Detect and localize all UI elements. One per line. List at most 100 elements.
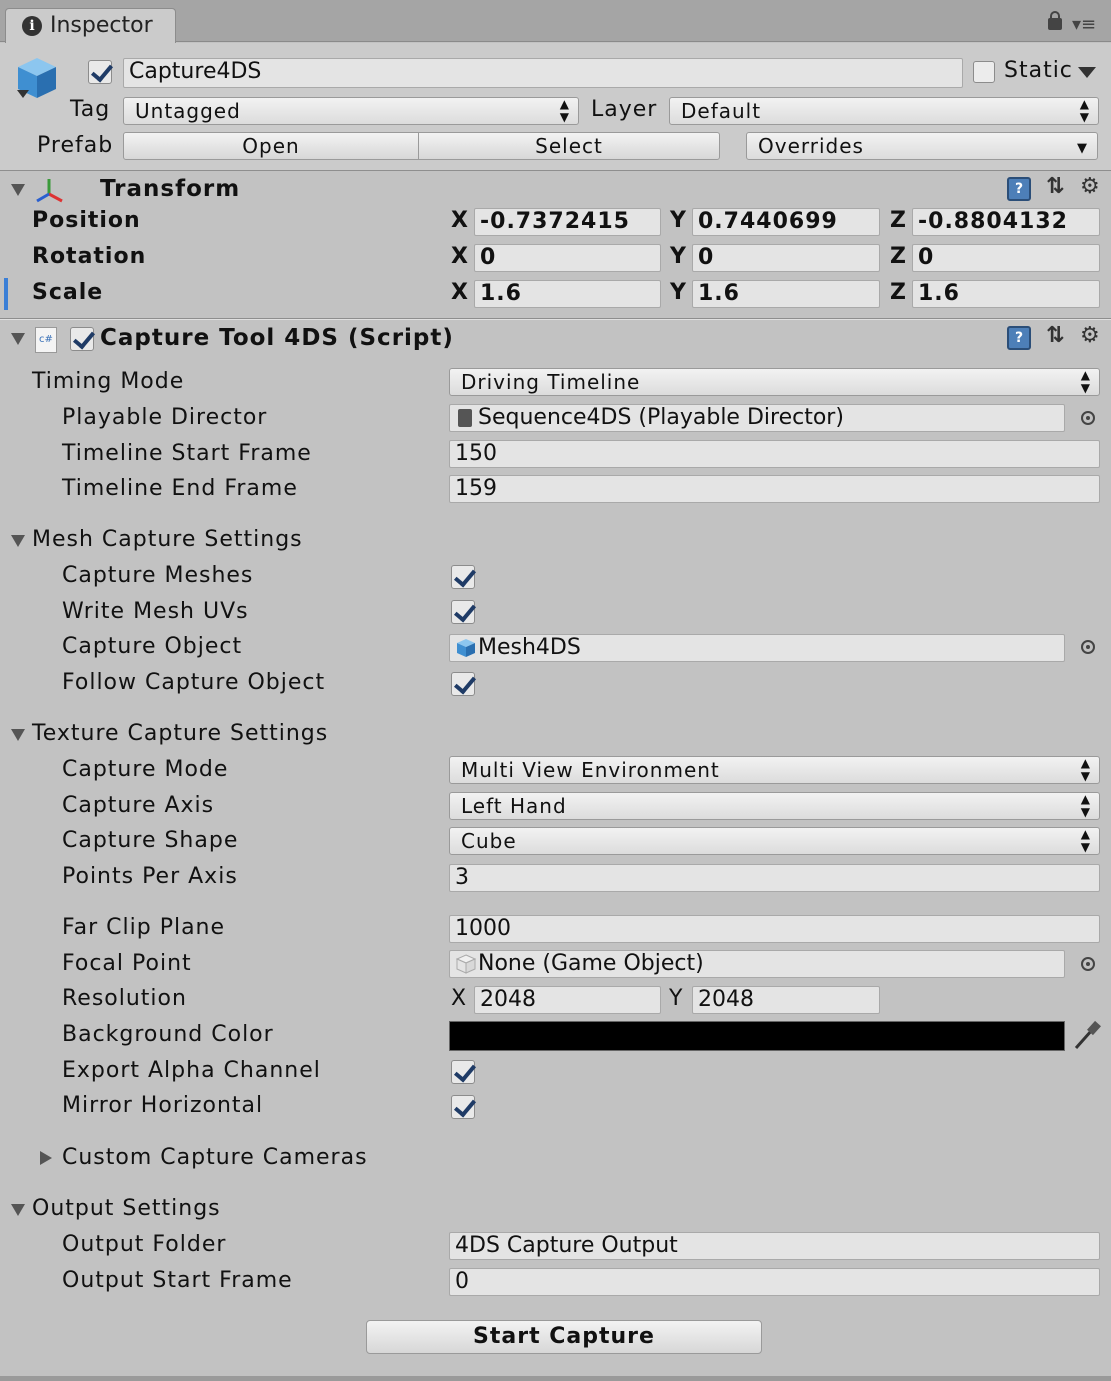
mesh-section-title[interactable]: Mesh Capture Settings (32, 527, 303, 552)
points-per-axis-field[interactable]: 3 (449, 864, 1100, 892)
menu-icon[interactable]: ▾≡ (1072, 14, 1096, 35)
timeline-end-field[interactable]: 159 (449, 475, 1100, 503)
scale-z-field[interactable]: 1.6 (912, 280, 1100, 308)
tag-dropdown[interactable]: Untagged ▲▼ (123, 97, 579, 125)
rotation-z-axis-label: Z (890, 244, 906, 269)
object-picker-icon[interactable] (1081, 411, 1095, 425)
output-start-label: Output Start Frame (62, 1268, 293, 1293)
position-x-field[interactable]: -0.7372415 (474, 208, 661, 236)
inspector-tab-bar: i Inspector ▾≡ (0, 0, 1111, 42)
updown-arrows-icon: ▲▼ (1081, 793, 1091, 819)
texture-section-title[interactable]: Texture Capture Settings (32, 721, 328, 746)
resolution-y-field[interactable]: 2048 (692, 986, 880, 1014)
output-folder-field[interactable]: 4DS Capture Output (449, 1232, 1100, 1260)
lock-icon[interactable] (1048, 18, 1062, 30)
far-clip-field[interactable]: 1000 (449, 915, 1100, 943)
capture-object-value: Mesh4DS (478, 635, 581, 660)
mirror-checkbox[interactable] (451, 1095, 475, 1119)
csharp-script-icon: c# (35, 327, 57, 353)
prefab-overrides-dropdown[interactable]: Overrides ▼ (746, 132, 1098, 160)
rotation-x-field[interactable]: 0 (474, 244, 661, 272)
timing-mode-value: Driving Timeline (461, 370, 640, 394)
capture-meshes-label: Capture Meshes (62, 563, 253, 588)
timing-mode-label: Timing Mode (32, 369, 184, 394)
mesh-cube-icon (456, 638, 476, 658)
prefab-select-button[interactable]: Select (418, 132, 720, 160)
position-y-field[interactable]: 0.7440699 (692, 208, 880, 236)
rotation-y-field[interactable]: 0 (692, 244, 880, 272)
help-icon[interactable]: ? (1007, 177, 1031, 201)
custom-cameras-label[interactable]: Custom Capture Cameras (62, 1145, 368, 1170)
focal-point-field[interactable]: None (Game Object) (449, 950, 1065, 978)
object-picker-icon[interactable] (1081, 957, 1095, 971)
capture-shape-dropdown[interactable]: Cube ▲▼ (449, 827, 1100, 855)
help-icon[interactable]: ? (1007, 326, 1031, 350)
static-label: Static (1004, 58, 1073, 83)
script-title: Capture Tool 4DS (Script) (100, 325, 454, 351)
bottom-border (0, 1376, 1111, 1381)
timing-mode-dropdown[interactable]: Driving Timeline ▲▼ (449, 368, 1100, 396)
object-picker-icon[interactable] (1081, 640, 1095, 654)
preset-icon[interactable]: ⇅ (1046, 174, 1064, 199)
scale-y-axis-label: Y (670, 280, 686, 305)
eyedropper-icon[interactable] (1072, 1020, 1102, 1052)
rotation-z-field[interactable]: 0 (912, 244, 1100, 272)
scale-x-field[interactable]: 1.6 (474, 280, 661, 308)
playable-director-label: Playable Director (62, 405, 267, 430)
output-start-field[interactable]: 0 (449, 1268, 1100, 1296)
capture-axis-dropdown[interactable]: Left Hand ▲▼ (449, 792, 1100, 820)
position-label: Position (32, 208, 141, 233)
tag-value: Untagged (135, 99, 241, 123)
object-name-field[interactable]: Capture4DS (123, 58, 963, 88)
scale-row-highlight (4, 278, 8, 310)
empty-gameobject-icon (456, 954, 476, 974)
capture-mode-dropdown[interactable]: Multi View Environment ▲▼ (449, 756, 1100, 784)
far-clip-label: Far Clip Plane (62, 915, 225, 940)
scale-y-field[interactable]: 1.6 (692, 280, 880, 308)
capture-object-label: Capture Object (62, 634, 242, 659)
updown-arrows-icon: ▲▼ (1081, 828, 1091, 854)
output-section-foldout-icon[interactable] (11, 1204, 25, 1216)
capture-shape-label: Capture Shape (62, 828, 238, 853)
capture-object-field[interactable]: Mesh4DS (449, 634, 1065, 662)
gear-icon[interactable]: ⚙ (1080, 174, 1100, 199)
mesh-section-foldout-icon[interactable] (11, 535, 25, 547)
position-y-axis-label: Y (670, 208, 686, 233)
preset-icon[interactable]: ⇅ (1046, 323, 1064, 348)
playable-director-field[interactable]: Sequence4DS (Playable Director) (449, 404, 1065, 432)
position-z-axis-label: Z (890, 208, 906, 233)
custom-cameras-foldout-icon[interactable] (40, 1151, 52, 1165)
layer-label: Layer (591, 97, 657, 122)
output-section-title[interactable]: Output Settings (32, 1196, 221, 1221)
tab-inspector[interactable]: i Inspector (5, 8, 176, 43)
position-z-field[interactable]: -0.8804132 (912, 208, 1100, 236)
export-alpha-checkbox[interactable] (451, 1060, 475, 1084)
info-icon: i (22, 16, 42, 36)
rotation-label: Rotation (32, 244, 146, 269)
transform-foldout-icon[interactable] (11, 184, 25, 196)
focal-point-label: Focal Point (62, 951, 192, 976)
capture-shape-value: Cube (461, 829, 517, 853)
follow-object-label: Follow Capture Object (62, 670, 325, 695)
script-foldout-icon[interactable] (11, 333, 25, 345)
prefab-label: Prefab (37, 133, 113, 158)
prefab-open-button[interactable]: Open (123, 132, 419, 160)
gear-icon[interactable]: ⚙ (1080, 323, 1100, 348)
active-checkbox[interactable] (88, 60, 112, 84)
background-color-swatch[interactable] (449, 1021, 1065, 1051)
script-enabled-checkbox[interactable] (70, 327, 94, 351)
component-separator-highlight (0, 319, 1111, 320)
static-checkbox[interactable] (973, 61, 995, 83)
start-capture-button[interactable]: Start Capture (366, 1320, 762, 1354)
scale-z-axis-label: Z (890, 280, 906, 305)
timeline-start-field[interactable]: 150 (449, 440, 1100, 468)
resolution-x-field[interactable]: 2048 (474, 986, 661, 1014)
write-uvs-checkbox[interactable] (451, 600, 475, 624)
timeline-start-label: Timeline Start Frame (62, 441, 312, 466)
static-dropdown-arrow-icon[interactable] (1078, 67, 1096, 78)
texture-section-foldout-icon[interactable] (11, 729, 25, 741)
cube-dropdown-arrow-icon[interactable] (17, 90, 29, 98)
follow-object-checkbox[interactable] (451, 672, 475, 696)
layer-dropdown[interactable]: Default ▲▼ (669, 97, 1099, 125)
capture-meshes-checkbox[interactable] (451, 565, 475, 589)
